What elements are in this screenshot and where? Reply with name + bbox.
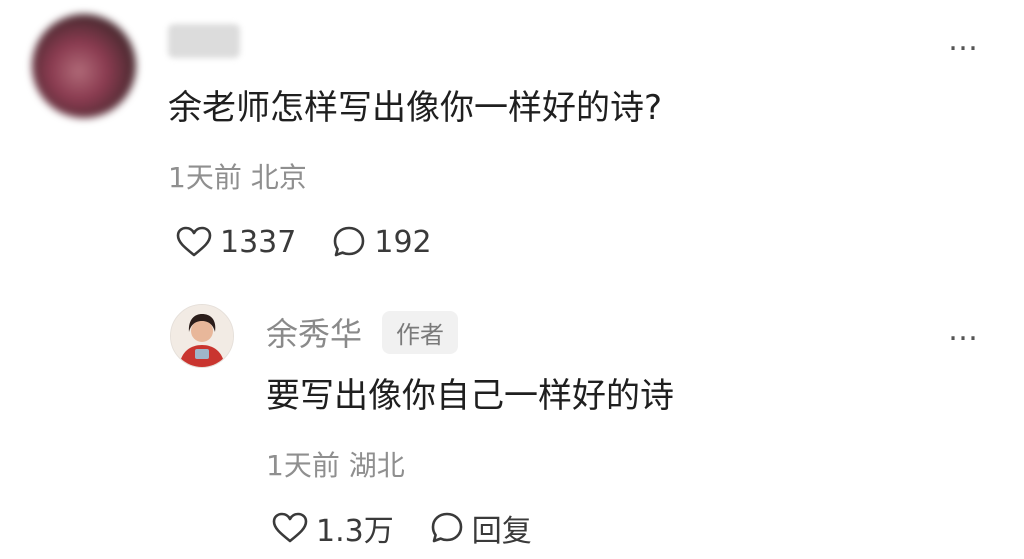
username-blurred[interactable] <box>168 24 240 58</box>
avatar-blurred[interactable] <box>32 14 136 118</box>
reply-label: 回复 <box>471 514 532 549</box>
like-button[interactable]: 1337 <box>176 225 296 260</box>
author-portrait-icon <box>171 305 233 367</box>
speech-bubble-icon <box>431 512 463 543</box>
more-dots-icon[interactable]: … <box>948 26 980 56</box>
avatar[interactable] <box>170 304 234 368</box>
reply-item: 余秀华 作者 … 要写出像你自己一样好的诗 1天前 湖北 1.3万 回复 <box>0 290 1024 559</box>
like-button[interactable]: 1.3万 <box>272 506 394 550</box>
like-count: 1.3万 <box>316 514 394 549</box>
reply-header: 余秀华 作者 <box>266 309 459 355</box>
speech-bubble-icon <box>334 226 365 257</box>
heart-outline-icon <box>272 512 308 543</box>
comment-text: 余老师怎样写出像你一样好的诗? <box>168 88 663 128</box>
more-dots-icon[interactable]: … <box>948 316 980 346</box>
reply-text: 要写出像你自己一样好的诗 <box>266 376 674 416</box>
comment-item: … 余老师怎样写出像你一样好的诗? 1天前 北京 1337 192 <box>0 0 1024 290</box>
comment-time-location: 1天前 北京 <box>168 161 307 194</box>
heart-outline-icon <box>176 226 212 257</box>
reply-time-location: 1天前 湖北 <box>266 449 405 482</box>
like-count: 1337 <box>220 224 297 260</box>
reply-count: 192 <box>374 224 432 260</box>
author-badge: 作者 <box>382 310 459 354</box>
author-name[interactable]: 余秀华 <box>266 309 362 355</box>
replies-button[interactable]: 192 <box>332 224 432 260</box>
reply-button[interactable]: 回复 <box>430 506 532 550</box>
reply-actions: 1.3万 回复 <box>272 506 532 550</box>
comment-actions: 1337 192 <box>176 220 432 264</box>
